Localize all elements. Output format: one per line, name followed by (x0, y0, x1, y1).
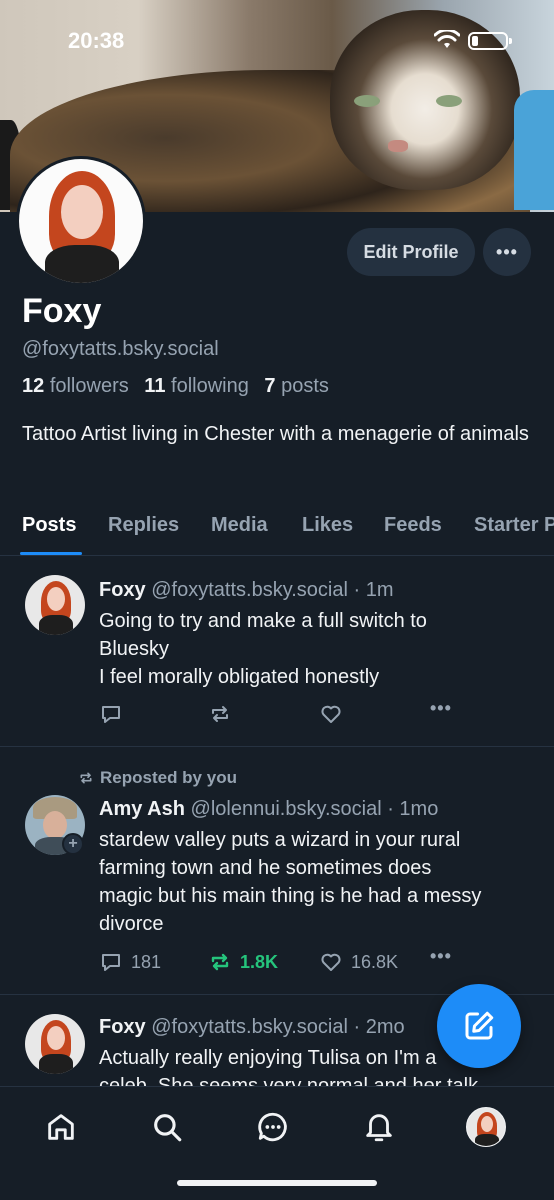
repost-button[interactable] (208, 702, 232, 726)
post-handle[interactable]: @lolennui.bsky.social (191, 798, 382, 820)
reply-button[interactable]: 181 (99, 950, 161, 974)
like-button[interactable]: 16.8K (319, 950, 398, 974)
status-bar: 20:38 (0, 26, 554, 56)
post-avatar[interactable] (25, 575, 85, 635)
post-more-button[interactable]: ••• (430, 698, 452, 719)
tab-posts[interactable]: Posts (22, 514, 76, 537)
post-actions: 181 1.8K 16.8K ••• (99, 946, 499, 976)
compose-button[interactable] (437, 984, 521, 1068)
post-more-button[interactable]: ••• (430, 946, 452, 967)
like-count: 16.8K (351, 951, 399, 972)
repost-icon (211, 953, 229, 971)
post-author[interactable]: Foxy (99, 579, 146, 601)
wifi-icon (434, 30, 460, 48)
more-options-button[interactable]: ••• (483, 228, 531, 276)
nav-messages[interactable] (253, 1107, 293, 1147)
repost-icon (80, 772, 92, 784)
post-author[interactable]: Amy Ash (99, 798, 185, 820)
posts-count: 7 posts (264, 375, 329, 397)
tab-likes[interactable]: Likes (302, 514, 353, 537)
nav-notifications[interactable] (359, 1107, 399, 1147)
tab-starter-packs[interactable]: Starter Packs (474, 514, 554, 537)
reply-icon (102, 706, 120, 723)
more-dots-icon: ••• (496, 241, 518, 262)
post-avatar[interactable] (25, 1014, 85, 1074)
followers-link[interactable]: 12 followers (22, 375, 129, 397)
banner-cat-eye (436, 95, 462, 107)
post-time: · 2mo (353, 1016, 405, 1038)
reply-count: 181 (131, 951, 162, 972)
repost-icon (212, 706, 228, 722)
post-header: Amy Ash @lolennui.bsky.social · 1mo (99, 798, 438, 821)
post-actions: ••• (99, 698, 499, 728)
post-text: stardew valley puts a wizard in your rur… (99, 829, 482, 935)
profile-handle: @foxytatts.bsky.social (22, 338, 219, 360)
post-text: Going to try and make a full switch to B… (99, 610, 427, 688)
profile-tabs: Posts Replies Media Likes Feeds Starter … (0, 496, 554, 556)
post-author[interactable]: Foxy (99, 1016, 146, 1038)
bell-icon (366, 1114, 392, 1142)
chat-icon (258, 1112, 287, 1142)
profile-name: Foxy (22, 292, 102, 330)
profile-bio: Tattoo Artist living in Chester with a m… (22, 423, 529, 445)
tab-replies[interactable]: Replies (108, 514, 179, 537)
profile-avatar[interactable] (16, 156, 146, 286)
nav-home[interactable] (41, 1107, 81, 1147)
nav-search[interactable] (147, 1107, 187, 1147)
post-header: Foxy @foxytatts.bsky.social · 1m (99, 579, 393, 602)
post-handle[interactable]: @foxytatts.bsky.social (151, 1016, 348, 1038)
post-time: · 1m (353, 579, 394, 601)
repost-label[interactable]: Reposted by you (100, 768, 237, 788)
heart-icon (321, 953, 341, 971)
active-tab-indicator (20, 552, 82, 555)
status-time: 20:38 (68, 28, 125, 53)
like-button[interactable] (319, 702, 343, 726)
tab-media[interactable]: Media (211, 514, 268, 537)
following-link[interactable]: 11 following (144, 375, 249, 397)
compose-icon (465, 1011, 494, 1040)
feed-post[interactable]: Foxy @foxytatts.bsky.social · 1m Going t… (0, 557, 554, 747)
follow-plus-icon[interactable]: + (62, 833, 84, 855)
post-time: · 1mo (387, 798, 439, 820)
home-indicator (177, 1180, 377, 1186)
banner-blue-blanket (514, 90, 554, 210)
profile-stats: 12 followers 11 following 7 posts (22, 375, 329, 398)
repost-indicator: Reposted by you (78, 768, 237, 788)
home-icon (48, 1114, 74, 1140)
banner-cat-nose (388, 140, 408, 152)
nav-profile-avatar[interactable] (466, 1107, 506, 1147)
reply-icon (102, 954, 120, 971)
battery-icon (468, 32, 512, 50)
reply-button[interactable] (99, 702, 123, 726)
edit-profile-button[interactable]: Edit Profile (347, 228, 475, 276)
repost-button[interactable]: 1.8K (208, 950, 278, 974)
post-handle[interactable]: @foxytatts.bsky.social (151, 579, 348, 601)
search-icon (154, 1114, 182, 1142)
banner-cat-eye (354, 95, 380, 107)
tab-feeds[interactable]: Feeds (384, 514, 442, 537)
post-header: Foxy @foxytatts.bsky.social · 2mo (99, 1016, 405, 1039)
heart-icon (321, 705, 341, 723)
repost-count: 1.8K (240, 951, 279, 972)
